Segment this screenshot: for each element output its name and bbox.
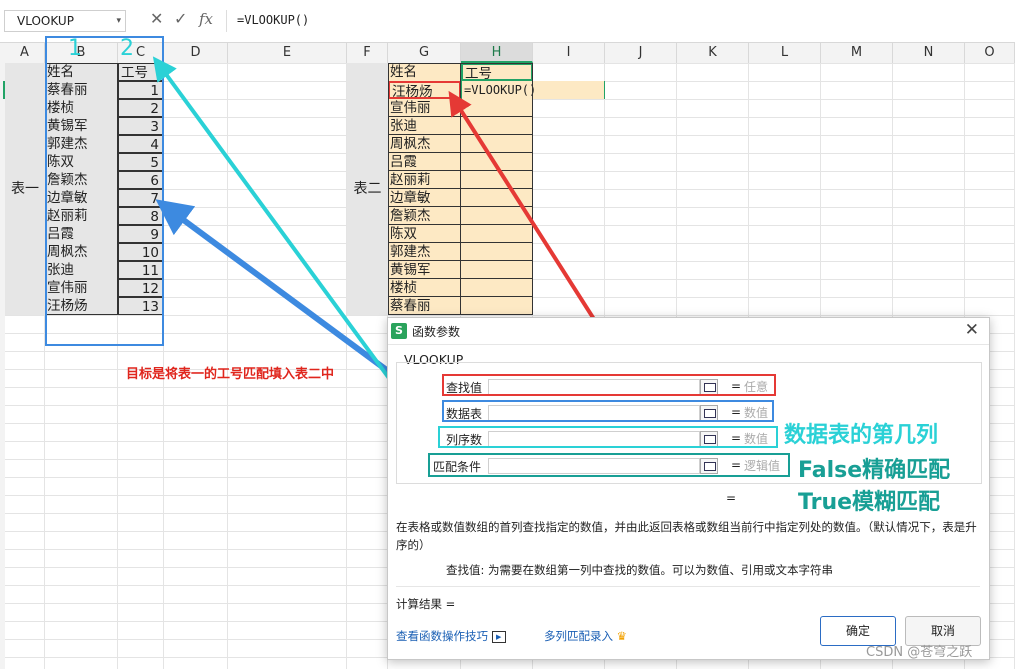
column-header-i[interactable]: I (533, 43, 605, 63)
lookup-value-highlight (442, 374, 776, 396)
table2-name-cell[interactable]: 黄锡军 (388, 261, 461, 279)
table2-id-cell[interactable] (461, 207, 533, 225)
table2-name-cell[interactable]: 吕霞 (388, 153, 461, 171)
table2-id-cell[interactable] (461, 135, 533, 153)
table2-divider (460, 63, 461, 315)
name-box[interactable]: VLOOKUP ▾ (4, 10, 126, 32)
chevron-down-icon[interactable]: ▾ (116, 11, 121, 31)
table2-id-cell[interactable] (461, 261, 533, 279)
confirm-icon[interactable]: ✓ (174, 9, 187, 28)
table2-name-cell[interactable]: 张迪 (388, 117, 461, 135)
table2-name-cell[interactable]: 楼桢 (388, 279, 461, 297)
col-index-annotation: 数据表的第几列 (784, 423, 939, 448)
fx-icon[interactable]: fx (199, 10, 213, 28)
table-array-highlight (442, 400, 774, 422)
crown-icon: ♛ (616, 629, 627, 643)
table2-name-cell[interactable]: 宣伟丽 (388, 99, 461, 117)
column-header-d[interactable]: D (164, 43, 228, 63)
range-lookup-highlight (428, 453, 790, 477)
function-tips-link[interactable]: 查看函数操作技巧 ▶ (396, 628, 506, 644)
table2-name-cell[interactable]: 詹颖杰 (388, 207, 461, 225)
goal-annotation: 目标是将表一的工号匹配填入表二中 (126, 367, 335, 382)
column-header-l[interactable]: L (749, 43, 821, 63)
table2-id-cell[interactable] (461, 153, 533, 171)
true-annotation: True模糊匹配 (798, 490, 941, 515)
function-description: 在表格或数值数组的首列查找指定的数值，并由此返回表格或数组当前行中指定列处的数值… (396, 520, 977, 552)
column-header-k[interactable]: K (677, 43, 749, 63)
table2-id-cell[interactable] (461, 225, 533, 243)
table2-id-cell[interactable] (461, 189, 533, 207)
table2-id-cell[interactable] (461, 117, 533, 135)
table2-name-cell[interactable]: 汪杨炀 (388, 81, 461, 99)
column-header-g[interactable]: G (388, 43, 461, 63)
column-number-1-label: 1 (68, 36, 82, 61)
table2-id-cell[interactable] (461, 99, 533, 117)
column-header-m[interactable]: M (821, 43, 893, 63)
table2-id-cell[interactable] (461, 297, 533, 315)
multi-column-match-link[interactable]: 多列匹配录入 ♛ (544, 628, 627, 644)
table2-merged-label[interactable]: 表二 (347, 63, 388, 315)
active-formula-cell[interactable]: =VLOOKUP() (461, 81, 605, 99)
column-header-f[interactable]: F (347, 43, 388, 63)
formula-input[interactable]: =VLOOKUP() (226, 10, 1015, 32)
false-annotation: False精确匹配 (798, 458, 951, 483)
col-index-highlight (438, 426, 778, 448)
table2-name-cell[interactable]: 周枫杰 (388, 135, 461, 153)
table2-id-cell[interactable] (461, 171, 533, 189)
cancel-icon[interactable]: ✕ (150, 9, 163, 28)
table2-name-cell[interactable]: 赵丽莉 (388, 171, 461, 189)
dialog-titlebar: S 函数参数 ✕ (388, 318, 989, 345)
table2-header-name[interactable]: 姓名 (388, 63, 461, 81)
column-header-o[interactable]: O (965, 43, 1015, 63)
column-header-n[interactable]: N (893, 43, 965, 63)
table2-id-cell[interactable] (461, 279, 533, 297)
table2-id-cell[interactable] (461, 243, 533, 261)
column-header-e[interactable]: E (228, 43, 347, 63)
video-icon: ▶ (491, 630, 506, 643)
dialog-title: 函数参数 (412, 325, 461, 339)
table2-name-cell[interactable]: 郭建杰 (388, 243, 461, 261)
watermark: CSDN @苍穹之跃 (866, 645, 973, 660)
column-header-j[interactable]: J (605, 43, 677, 63)
wps-logo-icon: S (391, 323, 407, 339)
table2-name-cell[interactable]: 陈双 (388, 225, 461, 243)
calc-result: 计算结果 = (396, 597, 456, 611)
column-number-2-label: 2 (120, 36, 134, 61)
table2-name-cell[interactable]: 边章敏 (388, 189, 461, 207)
column-header-h[interactable]: H (461, 43, 533, 63)
result-equals: = (726, 491, 737, 505)
table1-merged-label[interactable]: 表一 (5, 63, 45, 315)
close-icon[interactable]: ✕ (965, 320, 979, 340)
table2-name-cell[interactable]: 蔡春丽 (388, 297, 461, 315)
argument-description: 查找值: 为需要在数组第一列中查找的数值。可以为数值、引用或文本字符串 (446, 563, 834, 577)
column-header-a[interactable]: A (5, 43, 45, 63)
table2-header-id[interactable]: 工号 (461, 63, 533, 81)
divider (396, 586, 980, 587)
table1-highlight-box (45, 36, 164, 346)
